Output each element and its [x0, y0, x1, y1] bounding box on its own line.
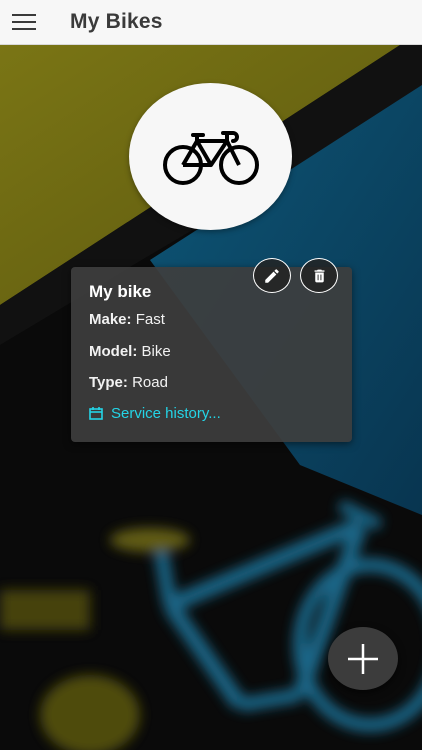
bike-avatar — [129, 83, 292, 230]
model-label: Model: — [89, 343, 138, 360]
type-label: Type: — [89, 374, 128, 391]
service-history-link[interactable]: Service history... — [89, 405, 221, 422]
plus-icon — [348, 643, 378, 674]
bike-name: My bike — [89, 282, 152, 301]
delete-bike-button[interactable] — [300, 258, 338, 293]
model-row: Model: Bike — [89, 343, 171, 360]
service-history-label: Service history... — [111, 405, 221, 422]
make-row: Make: Fast — [89, 311, 165, 328]
hamburger-menu-icon — [12, 14, 36, 30]
bike-card: My bike Make: Fast Model: Bike Type: Roa… — [71, 267, 352, 442]
menu-button[interactable] — [0, 0, 48, 45]
type-row: Type: Road — [89, 374, 168, 391]
page-title: My Bikes — [70, 10, 163, 33]
type-value: Road — [132, 374, 168, 391]
bicycle-icon — [162, 130, 259, 185]
pencil-icon — [265, 268, 279, 283]
trash-icon — [314, 269, 324, 282]
edit-bike-button[interactable] — [253, 258, 291, 293]
calendar-icon — [89, 407, 103, 420]
model-value: Bike — [141, 343, 171, 360]
app-bar: My Bikes — [0, 0, 422, 45]
add-bike-button[interactable] — [328, 627, 398, 690]
make-label: Make: — [89, 311, 132, 328]
make-value: Fast — [135, 311, 165, 328]
